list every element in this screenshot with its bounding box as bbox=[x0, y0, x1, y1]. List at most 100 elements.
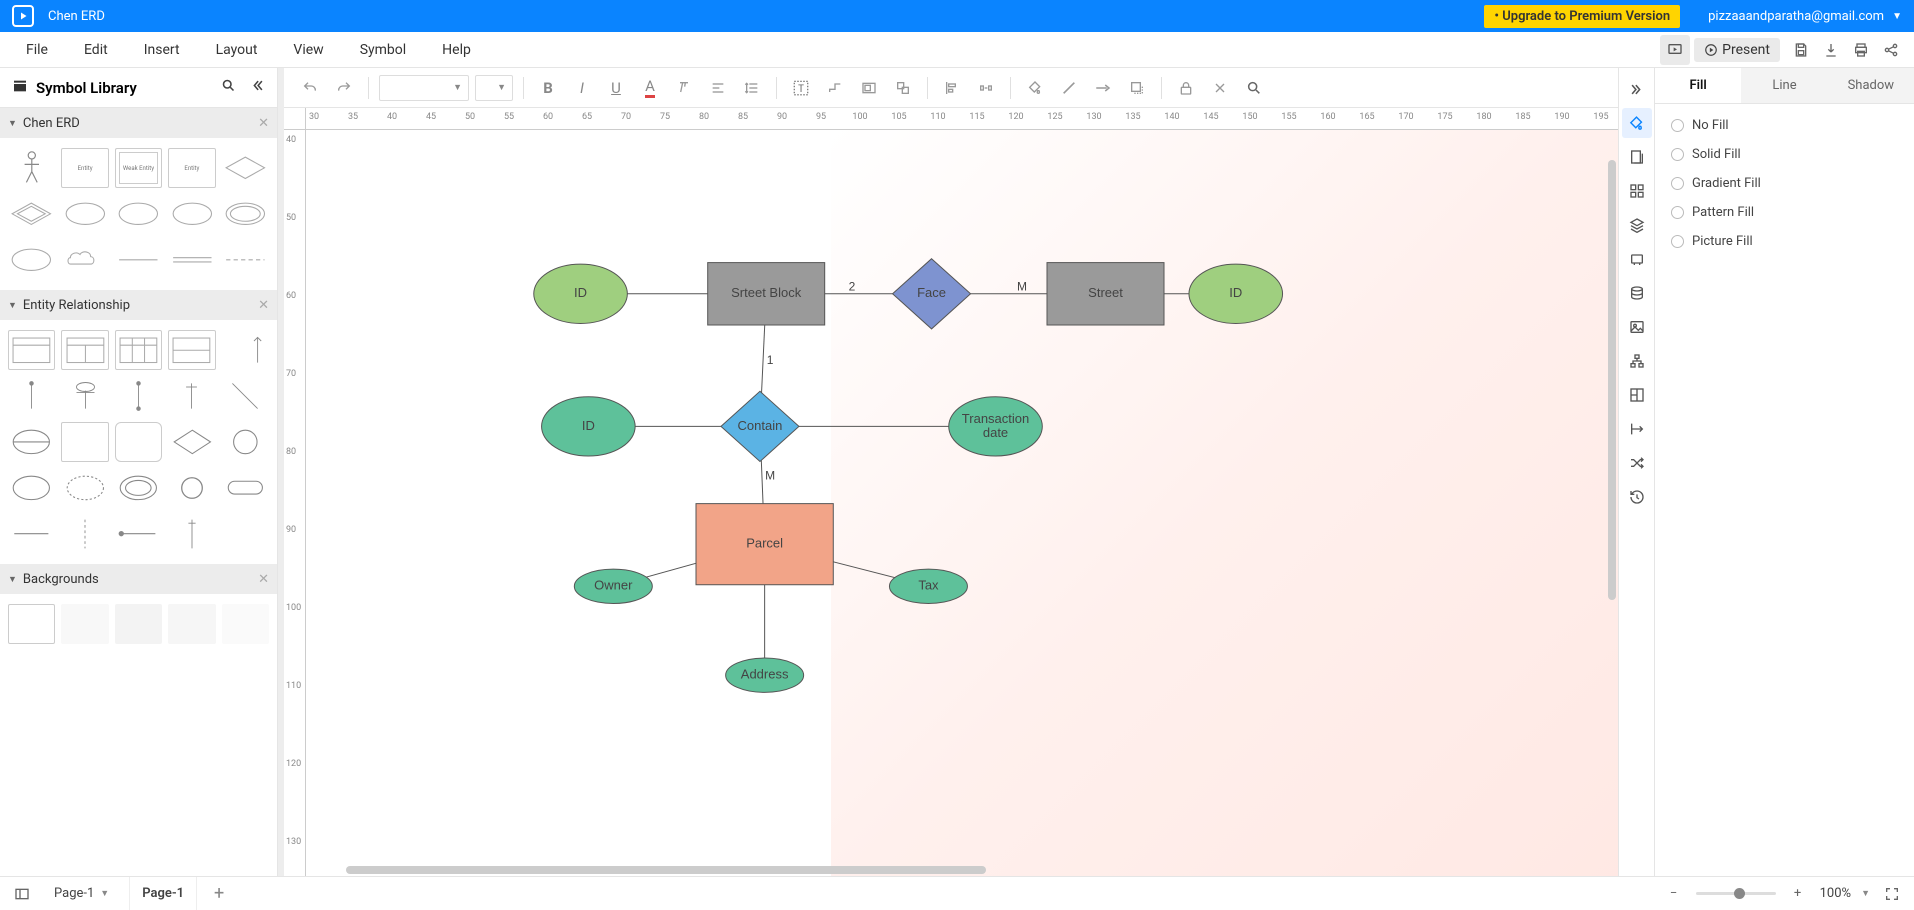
erd-tax[interactable] bbox=[889, 569, 967, 603]
outline-view-icon[interactable] bbox=[10, 882, 34, 906]
fit-screen-icon[interactable] bbox=[1880, 882, 1904, 906]
page-selector[interactable]: Page-1 ▼ bbox=[44, 886, 119, 901]
theme-panel-icon[interactable] bbox=[1622, 244, 1652, 274]
shape-attr5[interactable] bbox=[8, 240, 55, 280]
menu-insert[interactable]: Insert bbox=[126, 42, 198, 58]
shape-attribute3[interactable] bbox=[168, 194, 215, 234]
close-icon[interactable]: ✕ bbox=[258, 572, 269, 587]
shape-isa[interactable] bbox=[222, 422, 269, 462]
bg-1[interactable] bbox=[8, 604, 55, 644]
canvas-stage[interactable]: Srteet BlockStreetParcelFaceContainIDIDI… bbox=[306, 130, 1618, 876]
bg-4[interactable] bbox=[168, 604, 215, 644]
erd-id2[interactable] bbox=[542, 397, 636, 456]
shape-table4[interactable] bbox=[168, 330, 215, 370]
shadow-icon[interactable] bbox=[1123, 74, 1151, 102]
floor-panel-icon[interactable] bbox=[1622, 380, 1652, 410]
shape-conn3[interactable] bbox=[115, 376, 162, 416]
fill-option-nofill[interactable]: No Fill bbox=[1671, 118, 1898, 133]
menu-layout[interactable]: Layout bbox=[198, 42, 276, 58]
shape-conn-arrow[interactable] bbox=[222, 330, 269, 370]
shape-attribute4[interactable] bbox=[222, 194, 269, 234]
font-size-select[interactable]: ▼ bbox=[475, 75, 513, 101]
erd-parcel[interactable] bbox=[696, 504, 833, 585]
shape-weak-entity[interactable]: Weak Entity bbox=[115, 148, 162, 188]
shape-table1[interactable] bbox=[8, 330, 55, 370]
bg-3[interactable] bbox=[115, 604, 162, 644]
close-icon[interactable]: ✕ bbox=[258, 298, 269, 313]
erd-address[interactable] bbox=[726, 658, 804, 692]
shape-line-c[interactable] bbox=[115, 514, 162, 554]
shape-conn5[interactable] bbox=[222, 376, 269, 416]
shape-line-d[interactable] bbox=[168, 514, 215, 554]
font-color-icon[interactable]: A bbox=[636, 74, 664, 102]
upgrade-button[interactable]: • Upgrade to Premium Version bbox=[1484, 5, 1680, 28]
bg-2[interactable] bbox=[61, 604, 108, 644]
shape-conn2[interactable] bbox=[61, 376, 108, 416]
download-icon[interactable] bbox=[1816, 35, 1846, 65]
underline-icon[interactable]: U bbox=[602, 74, 630, 102]
save-icon[interactable] bbox=[1786, 35, 1816, 65]
erd-id1[interactable] bbox=[534, 264, 628, 323]
erd-txn[interactable] bbox=[949, 397, 1043, 456]
line-spacing-icon[interactable] bbox=[738, 74, 766, 102]
shape-circ[interactable] bbox=[168, 468, 215, 508]
lib-section-bg[interactable]: ▼ Backgrounds ✕ bbox=[0, 564, 277, 594]
collapse-icon[interactable] bbox=[250, 78, 265, 97]
shape-el2[interactable] bbox=[8, 468, 55, 508]
shape-icon[interactable] bbox=[889, 74, 917, 102]
shape-line2[interactable] bbox=[168, 240, 215, 280]
erd-srteet_block[interactable] bbox=[708, 263, 825, 325]
erd-contain[interactable] bbox=[721, 391, 799, 461]
page-panel-icon[interactable] bbox=[1622, 142, 1652, 172]
erd-owner[interactable] bbox=[574, 569, 652, 603]
history-panel-icon[interactable] bbox=[1622, 482, 1652, 512]
clear-format-icon[interactable] bbox=[670, 74, 698, 102]
bold-icon[interactable]: B bbox=[534, 74, 562, 102]
page-tab-1[interactable]: Page-1 bbox=[129, 877, 197, 910]
shape-el4[interactable] bbox=[115, 468, 162, 508]
menu-file[interactable]: File bbox=[8, 42, 66, 58]
fill-option-pattern[interactable]: Pattern Fill bbox=[1671, 205, 1898, 220]
lib-section-er[interactable]: ▼ Entity Relationship ✕ bbox=[0, 290, 277, 320]
tab-shadow[interactable]: Shadow bbox=[1828, 68, 1914, 103]
shape-diamond[interactable] bbox=[168, 422, 215, 462]
erd-face[interactable] bbox=[893, 259, 971, 329]
shape-conn4[interactable] bbox=[168, 376, 215, 416]
shape-relationship[interactable] bbox=[222, 148, 269, 188]
erd-street[interactable] bbox=[1047, 263, 1164, 325]
shuffle-panel-icon[interactable] bbox=[1622, 448, 1652, 478]
add-page-button[interactable]: + bbox=[207, 882, 231, 906]
shape-entity[interactable]: Entity bbox=[61, 148, 108, 188]
menu-help[interactable]: Help bbox=[424, 42, 489, 58]
grid-panel-icon[interactable] bbox=[1622, 176, 1652, 206]
shape-line3[interactable] bbox=[222, 240, 269, 280]
shape-conn1[interactable] bbox=[8, 376, 55, 416]
image-panel-icon[interactable] bbox=[1622, 312, 1652, 342]
vertical-scrollbar[interactable] bbox=[1608, 160, 1616, 600]
dimension-panel-icon[interactable] bbox=[1622, 414, 1652, 444]
shape-line-a[interactable] bbox=[8, 514, 55, 554]
shape-line1[interactable] bbox=[115, 240, 162, 280]
erd-id3[interactable] bbox=[1189, 264, 1283, 323]
bg-5[interactable] bbox=[222, 604, 269, 644]
shape-entity2[interactable]: Entity bbox=[168, 148, 215, 188]
align-left-icon[interactable] bbox=[938, 74, 966, 102]
tools-icon[interactable] bbox=[1206, 74, 1234, 102]
share-icon[interactable] bbox=[1876, 35, 1906, 65]
undo-icon[interactable] bbox=[296, 74, 324, 102]
zoom-out-icon[interactable]: − bbox=[1662, 882, 1686, 906]
search-canvas-icon[interactable] bbox=[1240, 74, 1268, 102]
close-icon[interactable]: ✕ bbox=[258, 116, 269, 131]
align-icon[interactable] bbox=[704, 74, 732, 102]
italic-icon[interactable]: I bbox=[568, 74, 596, 102]
shape-relationship2[interactable] bbox=[8, 194, 55, 234]
shape-rect[interactable] bbox=[61, 422, 108, 462]
connector-icon[interactable] bbox=[821, 74, 849, 102]
menu-symbol[interactable]: Symbol bbox=[342, 42, 424, 58]
shape-el1[interactable] bbox=[8, 422, 55, 462]
line-style-icon[interactable] bbox=[1055, 74, 1083, 102]
data-panel-icon[interactable] bbox=[1622, 278, 1652, 308]
shape-table2[interactable] bbox=[61, 330, 108, 370]
zoom-in-icon[interactable]: + bbox=[1786, 882, 1810, 906]
slideshow-button[interactable] bbox=[1660, 35, 1690, 65]
